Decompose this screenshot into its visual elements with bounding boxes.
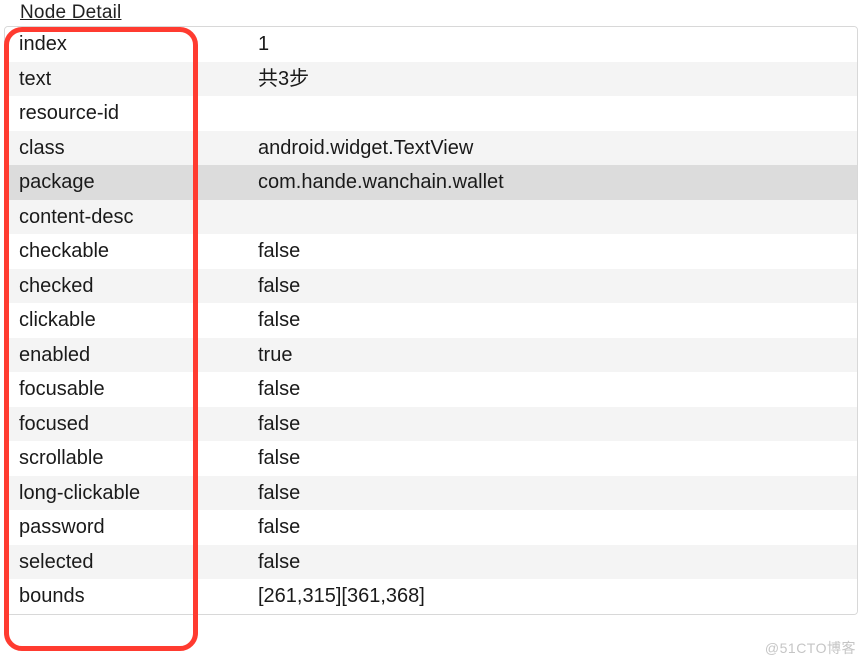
property-value: false (250, 517, 857, 537)
property-key: focused (5, 414, 250, 434)
property-row[interactable]: long-clickablefalse (5, 476, 857, 511)
property-value: false (250, 241, 857, 261)
property-row[interactable]: classandroid.widget.TextView (5, 131, 857, 166)
property-key: class (5, 138, 250, 158)
property-value: false (250, 552, 857, 572)
property-value: 共3步 (250, 69, 857, 89)
property-value: false (250, 379, 857, 399)
property-row[interactable]: selectedfalse (5, 545, 857, 580)
property-value: false (250, 448, 857, 468)
property-row[interactable]: enabledtrue (5, 338, 857, 373)
property-value: 1 (250, 34, 857, 54)
property-key: text (5, 69, 250, 89)
property-row[interactable]: focusablefalse (5, 372, 857, 407)
property-key: clickable (5, 310, 250, 330)
properties-table: index1text共3步resource-idclassandroid.wid… (4, 26, 858, 615)
watermark-text: @51CTO博客 (765, 638, 856, 658)
property-key: checkable (5, 241, 250, 261)
property-row[interactable]: scrollablefalse (5, 441, 857, 476)
property-key: enabled (5, 345, 250, 365)
property-value: true (250, 345, 857, 365)
node-detail-panel: Node Detail index1text共3步resource-idclas… (0, 0, 862, 662)
property-value: false (250, 483, 857, 503)
property-row[interactable]: checkedfalse (5, 269, 857, 304)
property-key: index (5, 34, 250, 54)
property-row[interactable]: bounds[261,315][361,368] (5, 579, 857, 614)
property-row[interactable]: content-desc (5, 200, 857, 235)
property-value: false (250, 310, 857, 330)
property-row[interactable]: focusedfalse (5, 407, 857, 442)
property-row[interactable]: text共3步 (5, 62, 857, 97)
property-value: false (250, 414, 857, 434)
property-row[interactable]: packagecom.hande.wanchain.wallet (5, 165, 857, 200)
property-value: android.widget.TextView (250, 138, 857, 158)
property-row[interactable]: passwordfalse (5, 510, 857, 545)
property-row[interactable]: resource-id (5, 96, 857, 131)
panel-title: Node Detail (0, 0, 862, 26)
property-key: password (5, 517, 250, 537)
property-key: checked (5, 276, 250, 296)
property-key: selected (5, 552, 250, 572)
property-key: long-clickable (5, 483, 250, 503)
property-key: resource-id (5, 103, 250, 123)
property-value: false (250, 276, 857, 296)
property-value: [261,315][361,368] (250, 586, 857, 606)
property-key: package (5, 172, 250, 192)
property-row[interactable]: clickablefalse (5, 303, 857, 338)
property-key: bounds (5, 586, 250, 606)
property-key: scrollable (5, 448, 250, 468)
property-key: content-desc (5, 207, 250, 227)
property-row[interactable]: checkablefalse (5, 234, 857, 269)
property-row[interactable]: index1 (5, 27, 857, 62)
property-value: com.hande.wanchain.wallet (250, 172, 857, 192)
property-key: focusable (5, 379, 250, 399)
